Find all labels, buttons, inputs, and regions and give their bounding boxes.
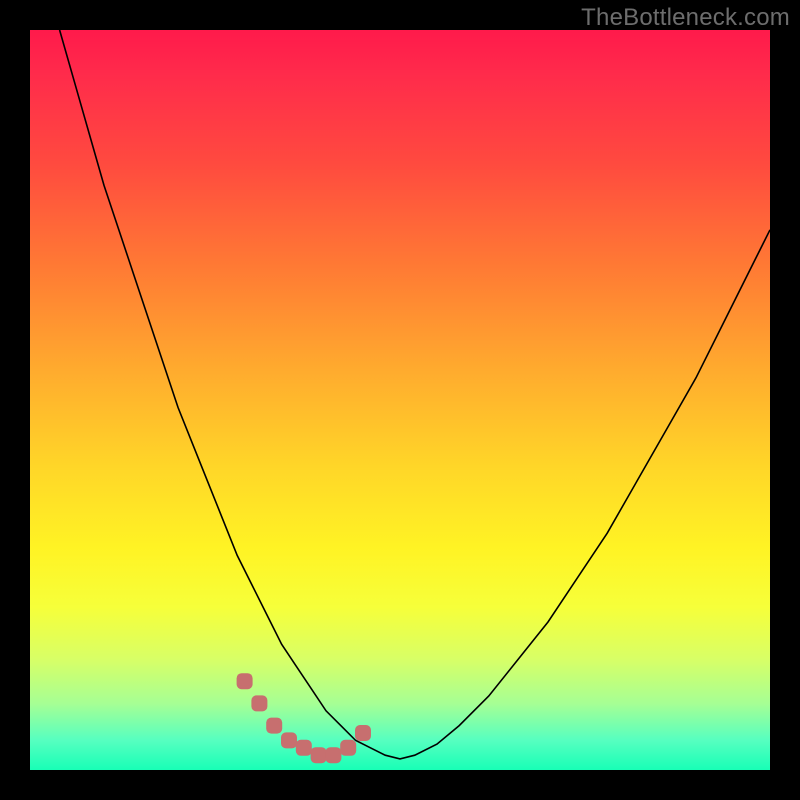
curve-marker (281, 732, 297, 748)
curve-marker (340, 740, 356, 756)
watermark-text: TheBottleneck.com (581, 4, 790, 32)
curve-marker (311, 747, 327, 763)
curve-markers (237, 673, 371, 763)
curve-marker (251, 695, 267, 711)
chart-frame: TheBottleneck.com (0, 0, 800, 800)
plot-area (30, 30, 770, 770)
bottleneck-curve-svg (30, 30, 770, 770)
curve-marker (296, 740, 312, 756)
curve-marker (325, 747, 341, 763)
curve-marker (266, 718, 282, 734)
curve-marker (237, 673, 253, 689)
curve-marker (355, 725, 371, 741)
bottleneck-curve (60, 30, 770, 759)
